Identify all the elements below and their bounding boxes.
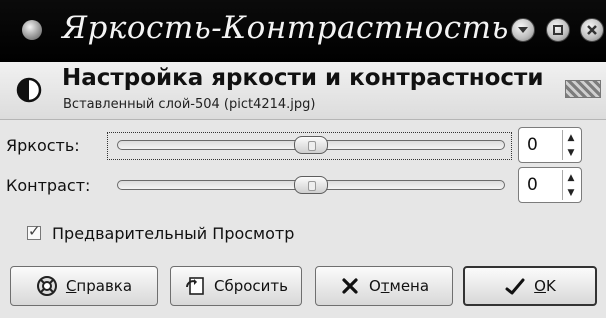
reset-label: Сбросить (214, 277, 288, 295)
brightness-slider-handle[interactable] (294, 136, 328, 154)
help-button[interactable]: Справка (10, 266, 158, 306)
brightness-spinbox[interactable]: 0 ▲ ▼ (518, 127, 582, 163)
layer-name: Вставленный слой-504 (pict4214.jpg) (63, 97, 316, 112)
brightness-value[interactable]: 0 (527, 135, 538, 155)
preview-label[interactable]: Предварительный Просмотр (52, 224, 294, 243)
preview-checkbox[interactable] (27, 222, 41, 240)
dialog-header: Настройка яркости и контрастности Вставл… (0, 62, 606, 120)
close-icon (587, 25, 597, 35)
reset-button[interactable]: Сбросить (170, 266, 302, 306)
increment-icon[interactable]: ▲ (563, 170, 579, 185)
cancel-x-icon (342, 278, 358, 294)
chevron-down-icon (518, 27, 528, 33)
decrement-icon[interactable]: ▼ (563, 145, 579, 160)
help-label: Справка (65, 277, 133, 295)
ok-button[interactable]: OK (463, 266, 597, 306)
layer-thumbnail (565, 80, 601, 98)
lifebuoy-icon (36, 276, 57, 296)
window-menu-icon[interactable] (22, 20, 42, 40)
increment-icon[interactable]: ▲ (563, 130, 579, 145)
contrast-slider-handle[interactable] (294, 176, 328, 194)
reset-icon (186, 277, 204, 295)
ok-check-icon (505, 278, 525, 295)
close-button[interactable] (580, 18, 604, 42)
brightness-contrast-icon (16, 77, 42, 103)
maximize-icon (553, 25, 563, 35)
shade-button[interactable] (511, 18, 535, 42)
dialog-title: Настройка яркости и контрастности (62, 65, 544, 91)
contrast-spinbox[interactable]: 0 ▲ ▼ (518, 167, 582, 203)
brightness-label: Яркость: (6, 136, 80, 155)
title-bar[interactable]: Яркость-Контрастность (0, 0, 606, 62)
cancel-button[interactable]: Отмена (315, 266, 453, 306)
window-title: Яркость-Контрастность (62, 10, 509, 46)
decrement-icon[interactable]: ▼ (563, 185, 579, 200)
contrast-value[interactable]: 0 (527, 175, 538, 195)
ok-label: OK (534, 277, 556, 295)
contrast-label: Контраст: (6, 176, 91, 195)
maximize-button[interactable] (546, 18, 570, 42)
cancel-label: Отмена (368, 277, 430, 295)
